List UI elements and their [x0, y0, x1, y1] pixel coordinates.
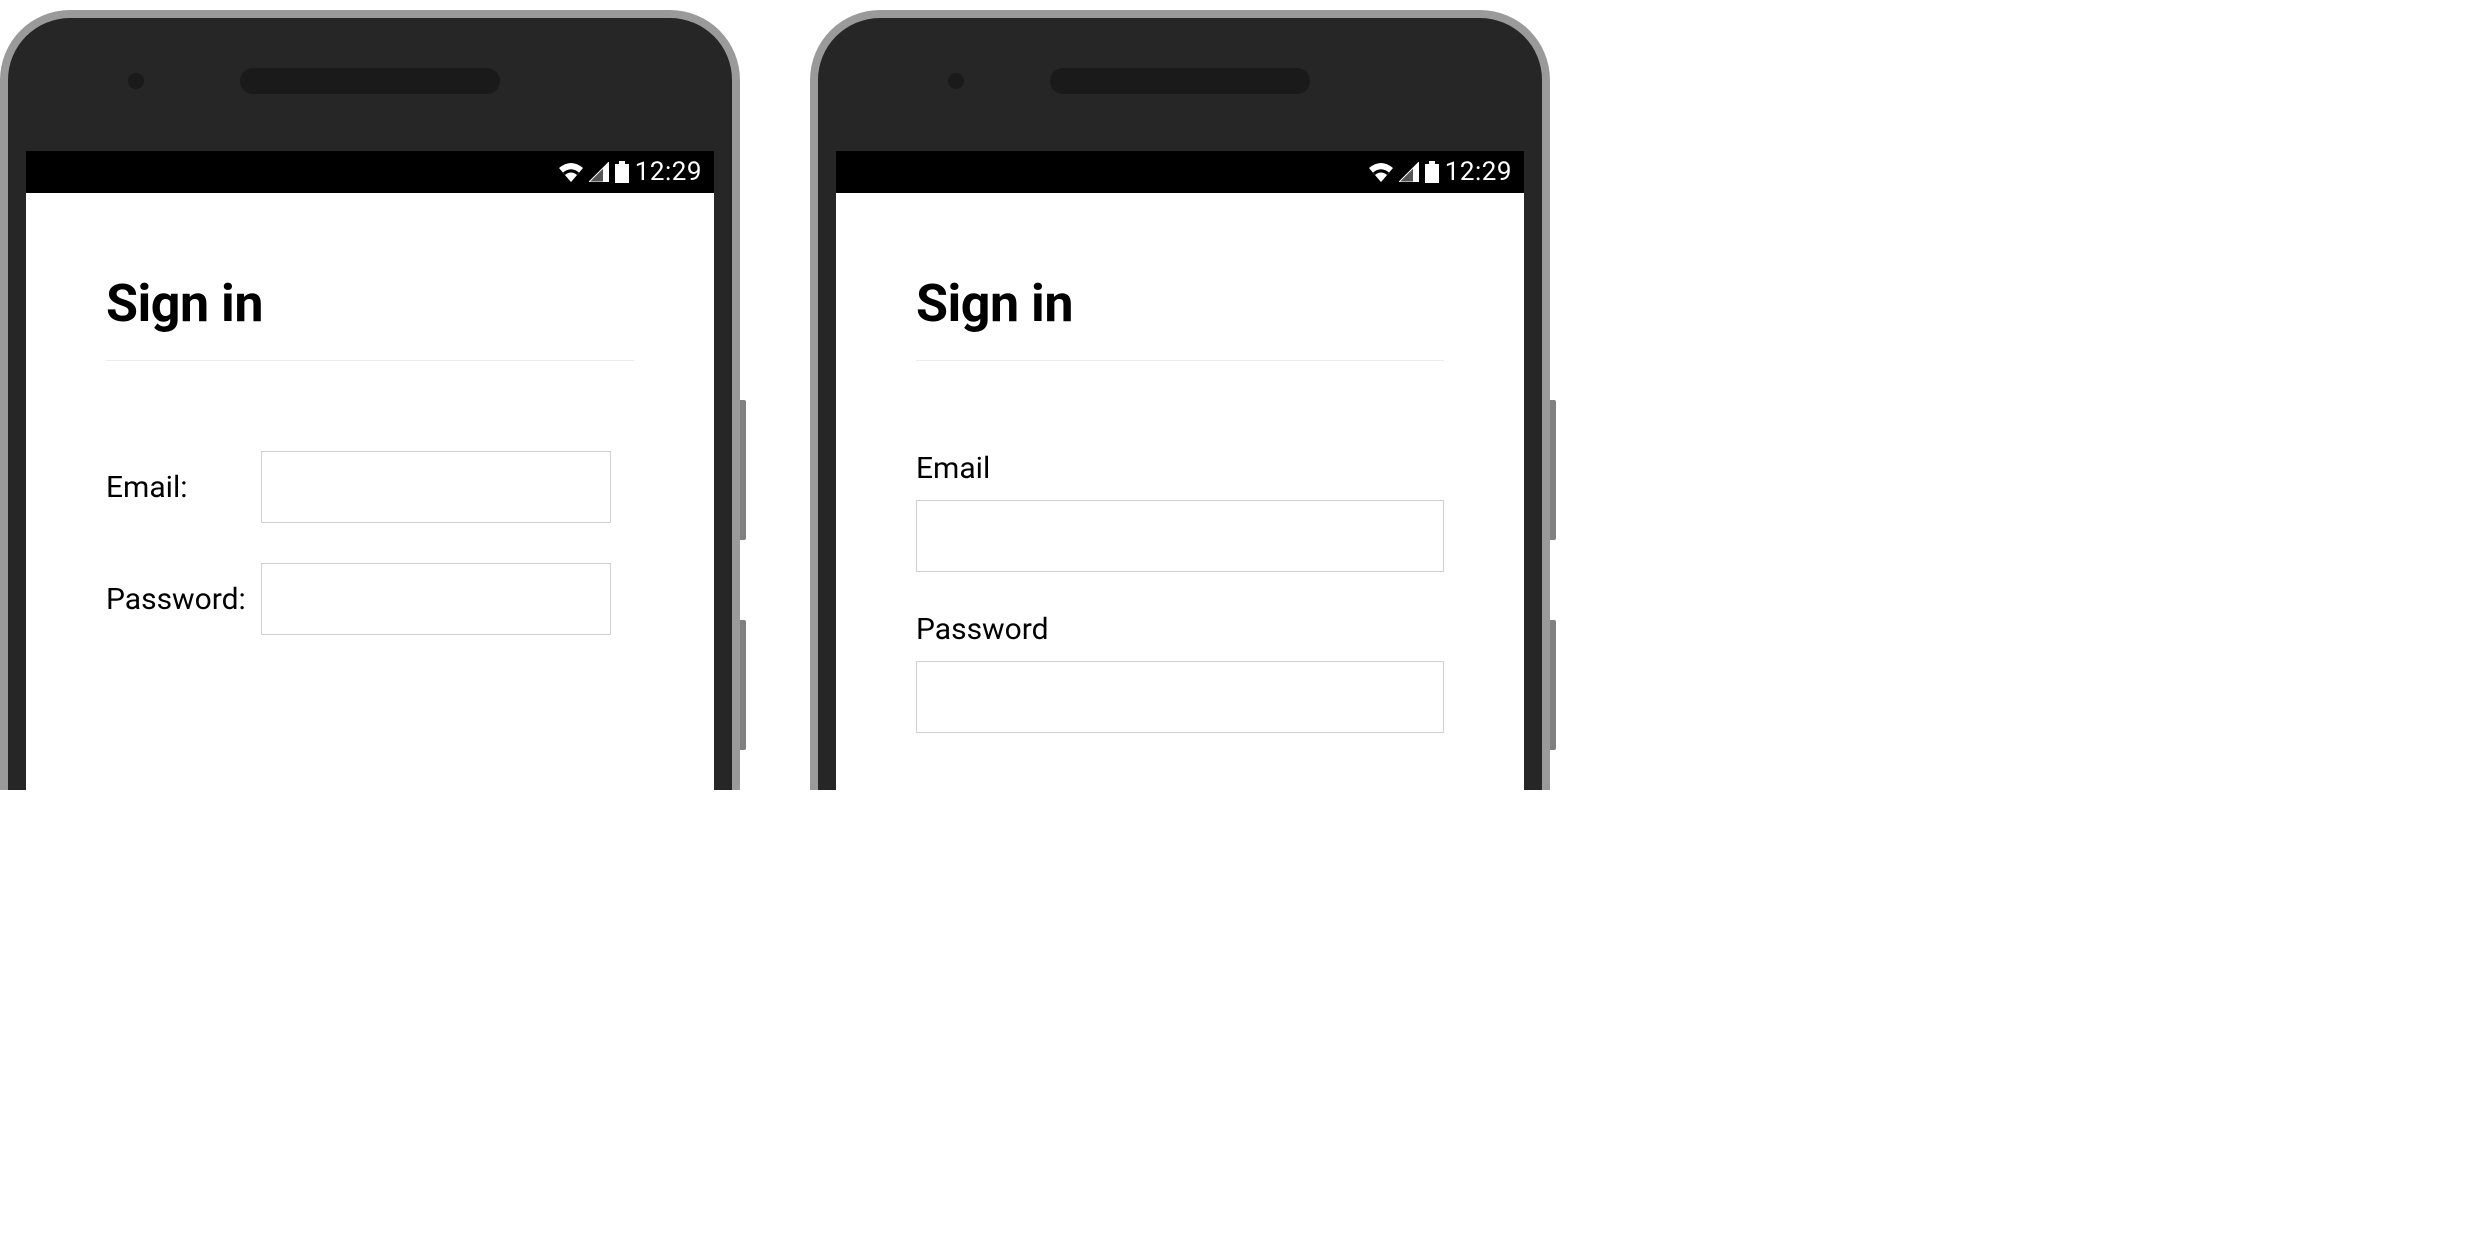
password-row: Password:	[106, 563, 634, 635]
screen: 12:29 Sign in Email Password	[836, 151, 1524, 790]
battery-icon	[615, 161, 629, 183]
screen-content: Sign in Email Password	[836, 193, 1524, 790]
email-label: Email	[916, 451, 1444, 486]
side-button	[740, 400, 746, 540]
email-label: Email:	[106, 470, 261, 505]
phone-inner-frame: 12:29 Sign in Email: Password:	[8, 18, 732, 790]
phone-outer-frame: 12:29 Sign in Email Password	[810, 10, 1550, 790]
password-input[interactable]	[261, 563, 611, 635]
password-label: Password	[916, 612, 1444, 647]
phone-mockup-right: 12:29 Sign in Email Password	[810, 10, 1550, 790]
status-bar: 12:29	[836, 151, 1524, 193]
status-time: 12:29	[1445, 157, 1512, 187]
password-label: Password:	[106, 582, 261, 617]
wifi-icon	[559, 162, 583, 182]
email-group: Email	[916, 451, 1444, 572]
speaker-bar	[1050, 68, 1310, 94]
title-divider	[106, 360, 634, 361]
battery-icon	[1425, 161, 1439, 183]
title-divider	[916, 360, 1444, 361]
status-bar: 12:29	[26, 151, 714, 193]
password-input[interactable]	[916, 661, 1444, 733]
screen: 12:29 Sign in Email: Password:	[26, 151, 714, 790]
email-input[interactable]	[261, 451, 611, 523]
phone-outer-frame: 12:29 Sign in Email: Password:	[0, 10, 740, 790]
phone-inner-frame: 12:29 Sign in Email Password	[818, 18, 1542, 790]
phone-mockup-left: 12:29 Sign in Email: Password:	[0, 10, 740, 790]
page-title: Sign in	[106, 273, 634, 334]
cellular-icon	[589, 162, 609, 182]
camera-dot	[128, 73, 144, 89]
password-group: Password	[916, 612, 1444, 733]
email-input[interactable]	[916, 500, 1444, 572]
speaker-bar	[240, 68, 500, 94]
screen-content: Sign in Email: Password:	[26, 193, 714, 790]
status-time: 12:29	[635, 157, 702, 187]
side-button	[740, 620, 746, 750]
camera-dot	[948, 73, 964, 89]
email-row: Email:	[106, 451, 634, 523]
side-button	[1550, 400, 1556, 540]
page-title: Sign in	[916, 273, 1444, 334]
cellular-icon	[1399, 162, 1419, 182]
side-button	[1550, 620, 1556, 750]
wifi-icon	[1369, 162, 1393, 182]
